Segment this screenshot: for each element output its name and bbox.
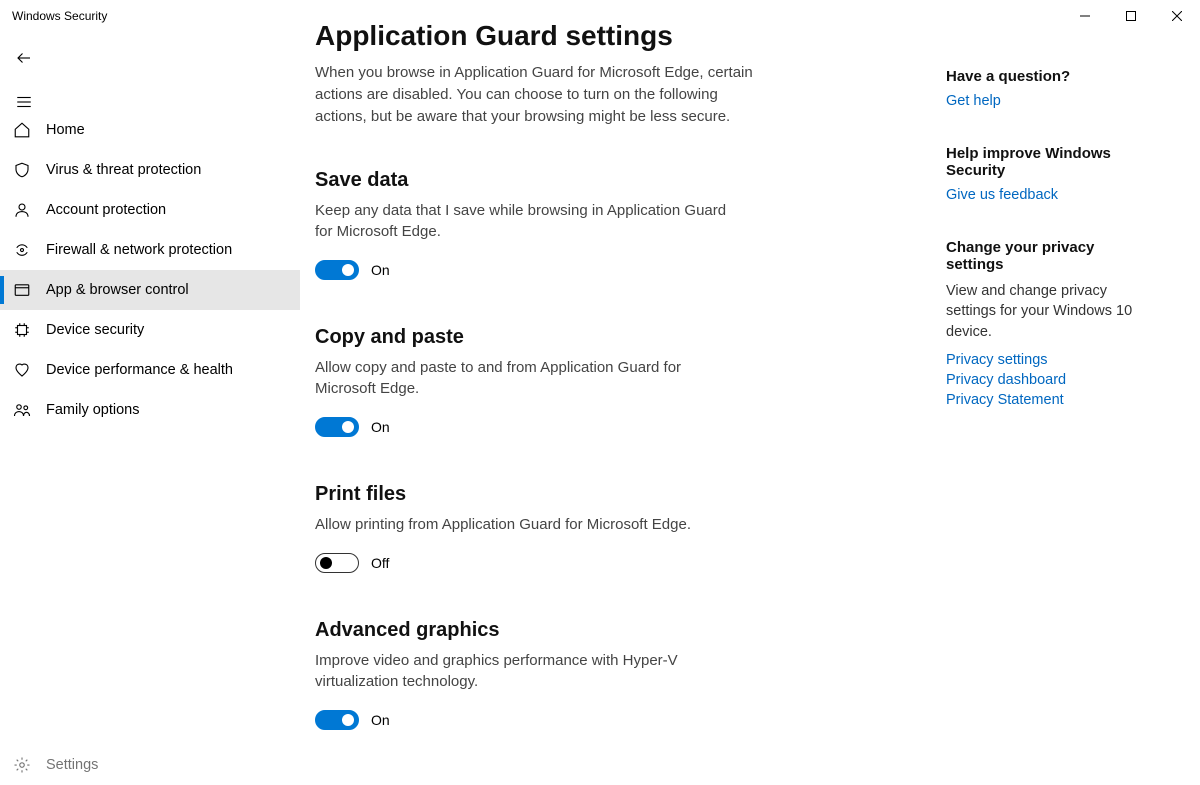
gear-icon <box>12 755 32 775</box>
right-column: Have a question? Get help Help improve W… <box>946 68 1156 444</box>
toggle-print-files[interactable] <box>315 553 359 573</box>
page-title: Application Guard settings <box>315 20 775 52</box>
help-title: Have a question? <box>946 68 1156 85</box>
nav-label: Home <box>46 122 85 138</box>
feedback-block: Help improve Windows Security Give us fe… <box>946 145 1156 203</box>
privacy-statement-link[interactable]: Privacy Statement <box>946 392 1156 408</box>
privacy-settings-link[interactable]: Privacy settings <box>946 352 1156 368</box>
back-button[interactable] <box>0 36 48 80</box>
toggle-state-label: On <box>371 419 390 435</box>
home-icon <box>12 120 32 140</box>
toggle-save-data[interactable] <box>315 260 359 280</box>
nav-home[interactable]: Home <box>0 110 300 150</box>
people-icon <box>12 400 32 420</box>
nav-settings[interactable]: Settings <box>0 745 300 785</box>
feedback-link[interactable]: Give us feedback <box>946 187 1156 203</box>
section-desc: Allow copy and paste to and from Applica… <box>315 357 745 399</box>
privacy-block: Change your privacy settings View and ch… <box>946 239 1156 408</box>
app-browser-icon <box>12 280 32 300</box>
help-block: Have a question? Get help <box>946 68 1156 109</box>
nav-label: App & browser control <box>46 282 189 298</box>
nav-label: Virus & threat protection <box>46 162 201 178</box>
close-button[interactable] <box>1154 0 1200 32</box>
toggle-state-label: On <box>371 262 390 278</box>
toggle-state-label: On <box>371 712 390 728</box>
page-intro: When you browse in Application Guard for… <box>315 62 755 127</box>
privacy-title: Change your privacy settings <box>946 239 1156 273</box>
nav-app-browser[interactable]: App & browser control <box>0 270 300 310</box>
section-title: Advanced graphics <box>315 619 775 642</box>
privacy-text: View and change privacy settings for you… <box>946 281 1156 342</box>
section-copy-paste: Copy and paste Allow copy and paste to a… <box>315 326 775 437</box>
toggle-state-label: Off <box>371 555 389 571</box>
window-controls <box>1062 0 1200 32</box>
nav-label: Settings <box>46 757 98 773</box>
nav-virus[interactable]: Virus & threat protection <box>0 150 300 190</box>
section-print-files: Print files Allow printing from Applicat… <box>315 483 775 573</box>
toggle-copy-paste[interactable] <box>315 417 359 437</box>
privacy-dashboard-link[interactable]: Privacy dashboard <box>946 372 1156 388</box>
section-save-data: Save data Keep any data that I save whil… <box>315 169 775 280</box>
minimize-button[interactable] <box>1062 0 1108 32</box>
nav-label: Account protection <box>46 202 166 218</box>
nav-account[interactable]: Account protection <box>0 190 300 230</box>
get-help-link[interactable]: Get help <box>946 93 1156 109</box>
person-icon <box>12 200 32 220</box>
main-content: Application Guard settings When you brow… <box>315 20 775 740</box>
nav-label: Firewall & network protection <box>46 242 232 258</box>
toggle-advanced-graphics[interactable] <box>315 710 359 730</box>
shield-icon <box>12 160 32 180</box>
section-desc: Allow printing from Application Guard fo… <box>315 514 745 535</box>
section-title: Save data <box>315 169 775 192</box>
section-desc: Keep any data that I save while browsing… <box>315 200 745 242</box>
nav-device[interactable]: Device security <box>0 310 300 350</box>
nav-label: Device security <box>46 322 144 338</box>
window-title: Windows Security <box>12 9 107 23</box>
nav-performance[interactable]: Device performance & health <box>0 350 300 390</box>
network-icon <box>12 240 32 260</box>
section-title: Print files <box>315 483 775 506</box>
section-advanced-graphics: Advanced graphics Improve video and grap… <box>315 619 775 730</box>
heart-icon <box>12 360 32 380</box>
nav-family[interactable]: Family options <box>0 390 300 430</box>
nav-label: Device performance & health <box>46 362 233 378</box>
feedback-title: Help improve Windows Security <box>946 145 1156 179</box>
nav-firewall[interactable]: Firewall & network protection <box>0 230 300 270</box>
section-desc: Improve video and graphics performance w… <box>315 650 745 692</box>
maximize-button[interactable] <box>1108 0 1154 32</box>
sidebar: Home Virus & threat protection Account p… <box>0 110 300 430</box>
chip-icon <box>12 320 32 340</box>
section-title: Copy and paste <box>315 326 775 349</box>
nav-label: Family options <box>46 402 139 418</box>
